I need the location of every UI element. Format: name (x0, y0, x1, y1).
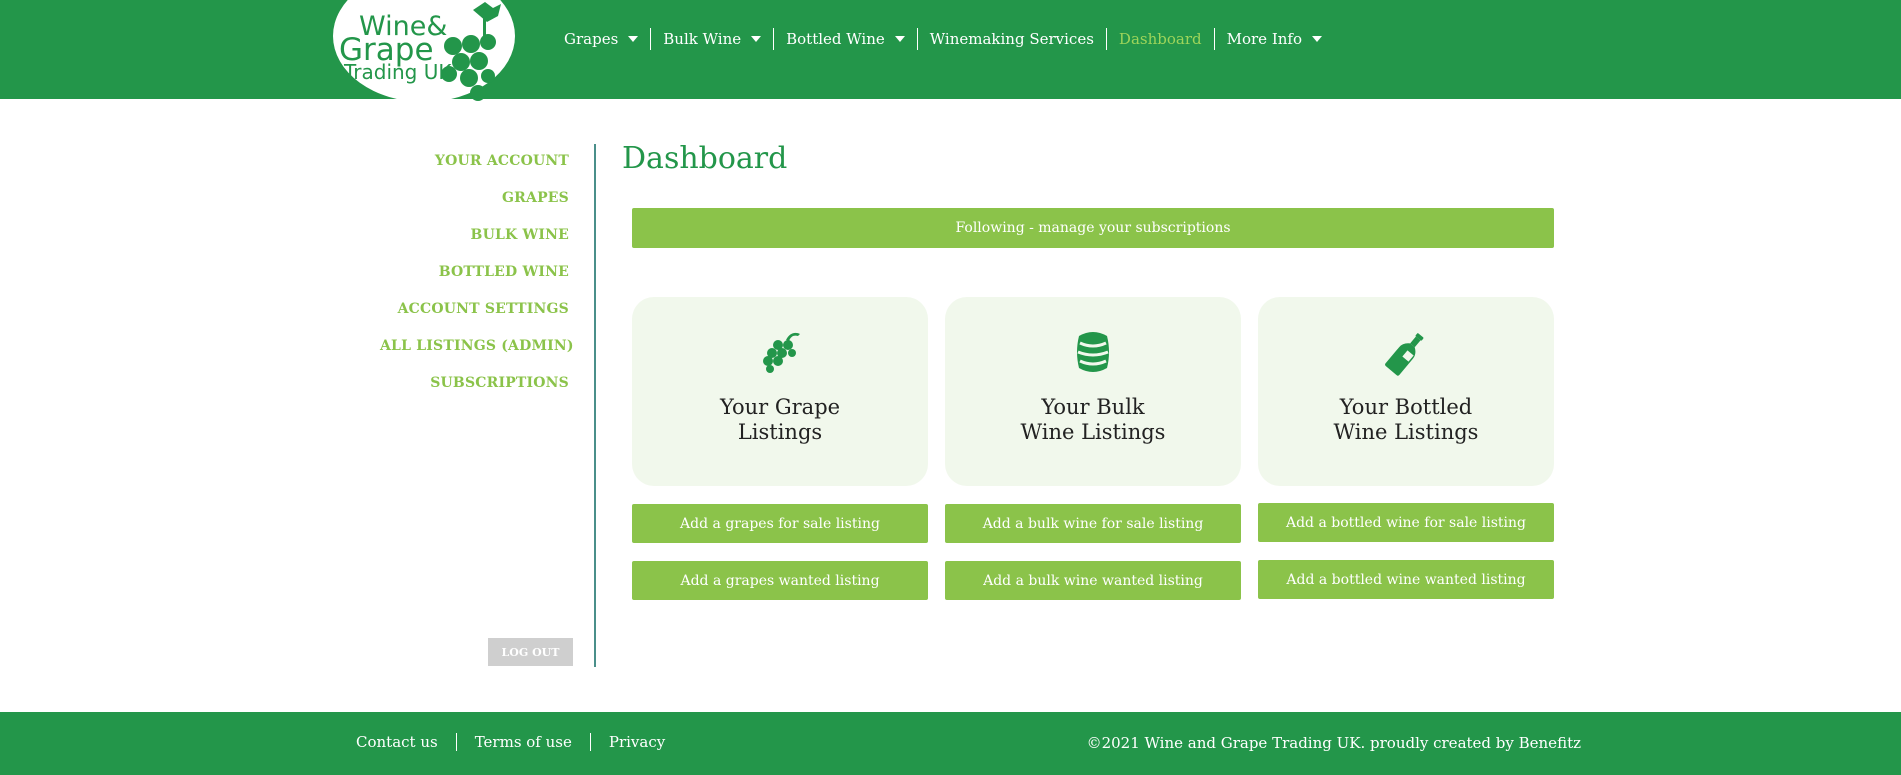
nav-item-label: Dashboard (1118, 30, 1202, 48)
nav-item-more-info[interactable]: More Info (1213, 28, 1334, 50)
footer-link-privacy[interactable]: Privacy (589, 733, 683, 751)
logo-text-trading: Trading UK (344, 60, 452, 84)
add-bottled-wine-wanted-button[interactable]: Add a bottled wine wanted listing (1258, 560, 1554, 599)
sidebar-divider (594, 144, 596, 667)
add-bulk-wine-for-sale-button[interactable]: Add a bulk wine for sale listing (945, 504, 1241, 543)
card-title: Your Grape Listings (719, 395, 841, 444)
bottle-icon (1258, 330, 1554, 376)
add-bottled-wine-for-sale-button[interactable]: Add a bottled wine for sale listing (1258, 503, 1554, 542)
add-bulk-wine-wanted-button[interactable]: Add a bulk wine wanted listing (945, 561, 1241, 600)
copyright-text: ©2021 Wine and Grape Trading UK. proudly… (1086, 734, 1581, 752)
caret-down-icon (894, 36, 905, 42)
add-grapes-wanted-button[interactable]: Add a grapes wanted listing (632, 561, 928, 600)
nav-item-label: Bulk Wine (663, 30, 742, 48)
caret-down-icon (751, 36, 762, 42)
sidebar-item-your-account[interactable]: YOUR ACCOUNT (380, 150, 569, 187)
footer-link-contact-us[interactable]: Contact us (344, 733, 456, 751)
footer-link-terms-of-use[interactable]: Terms of use (455, 733, 590, 751)
nav-item-dashboard[interactable]: Dashboard (1105, 28, 1214, 50)
sidebar-item-all-listings-admin[interactable]: ALL LISTINGS (ADMIN) (380, 335, 574, 372)
logout-button[interactable]: LOG OUT (488, 638, 573, 666)
bottled-wine-listings-card[interactable]: Your Bottled Wine Listings (1258, 297, 1554, 486)
add-grapes-for-sale-button[interactable]: Add a grapes for sale listing (632, 504, 928, 543)
nav-item-bottled-wine[interactable]: Bottled Wine (773, 28, 917, 50)
caret-down-icon (1311, 36, 1322, 42)
nav-item-label: Winemaking Services (929, 30, 1094, 48)
account-sidebar: YOUR ACCOUNT GRAPES BULK WINE BOTTLED WI… (380, 150, 574, 409)
bulk-wine-listings-card[interactable]: Your Bulk Wine Listings (945, 297, 1241, 486)
barrel-icon (945, 330, 1241, 374)
manage-subscriptions-button[interactable]: Following - manage your subscriptions (632, 208, 1554, 248)
page-title: Dashboard (622, 141, 788, 176)
site-footer: Contact us Terms of use Privacy ©2021 Wi… (0, 712, 1901, 775)
nav-item-bulk-wine[interactable]: Bulk Wine (650, 28, 773, 50)
nav-item-label: Grapes (564, 30, 619, 48)
grapes-icon (632, 330, 928, 374)
card-title: Your Bottled Wine Listings (1333, 395, 1479, 444)
card-title: Your Bulk Wine Listings (1020, 395, 1166, 444)
grape-listings-card[interactable]: Your Grape Listings (632, 297, 928, 486)
site-header: Wine& Grape Trading UK Grapes Bulk Wine … (0, 0, 1901, 102)
nav-item-grapes[interactable]: Grapes (552, 28, 650, 50)
sidebar-item-bottled-wine[interactable]: BOTTLED WINE (380, 261, 569, 298)
nav-item-winemaking-services[interactable]: Winemaking Services (916, 28, 1106, 50)
caret-down-icon (628, 36, 639, 42)
main-nav: Grapes Bulk Wine Bottled Wine Winemaking… (552, 28, 1334, 50)
nav-item-label: More Info (1226, 30, 1302, 48)
footer-links: Contact us Terms of use Privacy (344, 732, 683, 752)
sidebar-item-bulk-wine[interactable]: BULK WINE (380, 224, 569, 261)
nav-item-label: Bottled Wine (786, 30, 885, 48)
sidebar-item-account-settings[interactable]: ACCOUNT SETTINGS (380, 298, 569, 335)
site-logo[interactable]: Wine& Grape Trading UK (333, 0, 515, 102)
sidebar-item-subscriptions[interactable]: SUBSCRIPTIONS (380, 372, 569, 409)
sidebar-item-grapes[interactable]: GRAPES (380, 187, 569, 224)
